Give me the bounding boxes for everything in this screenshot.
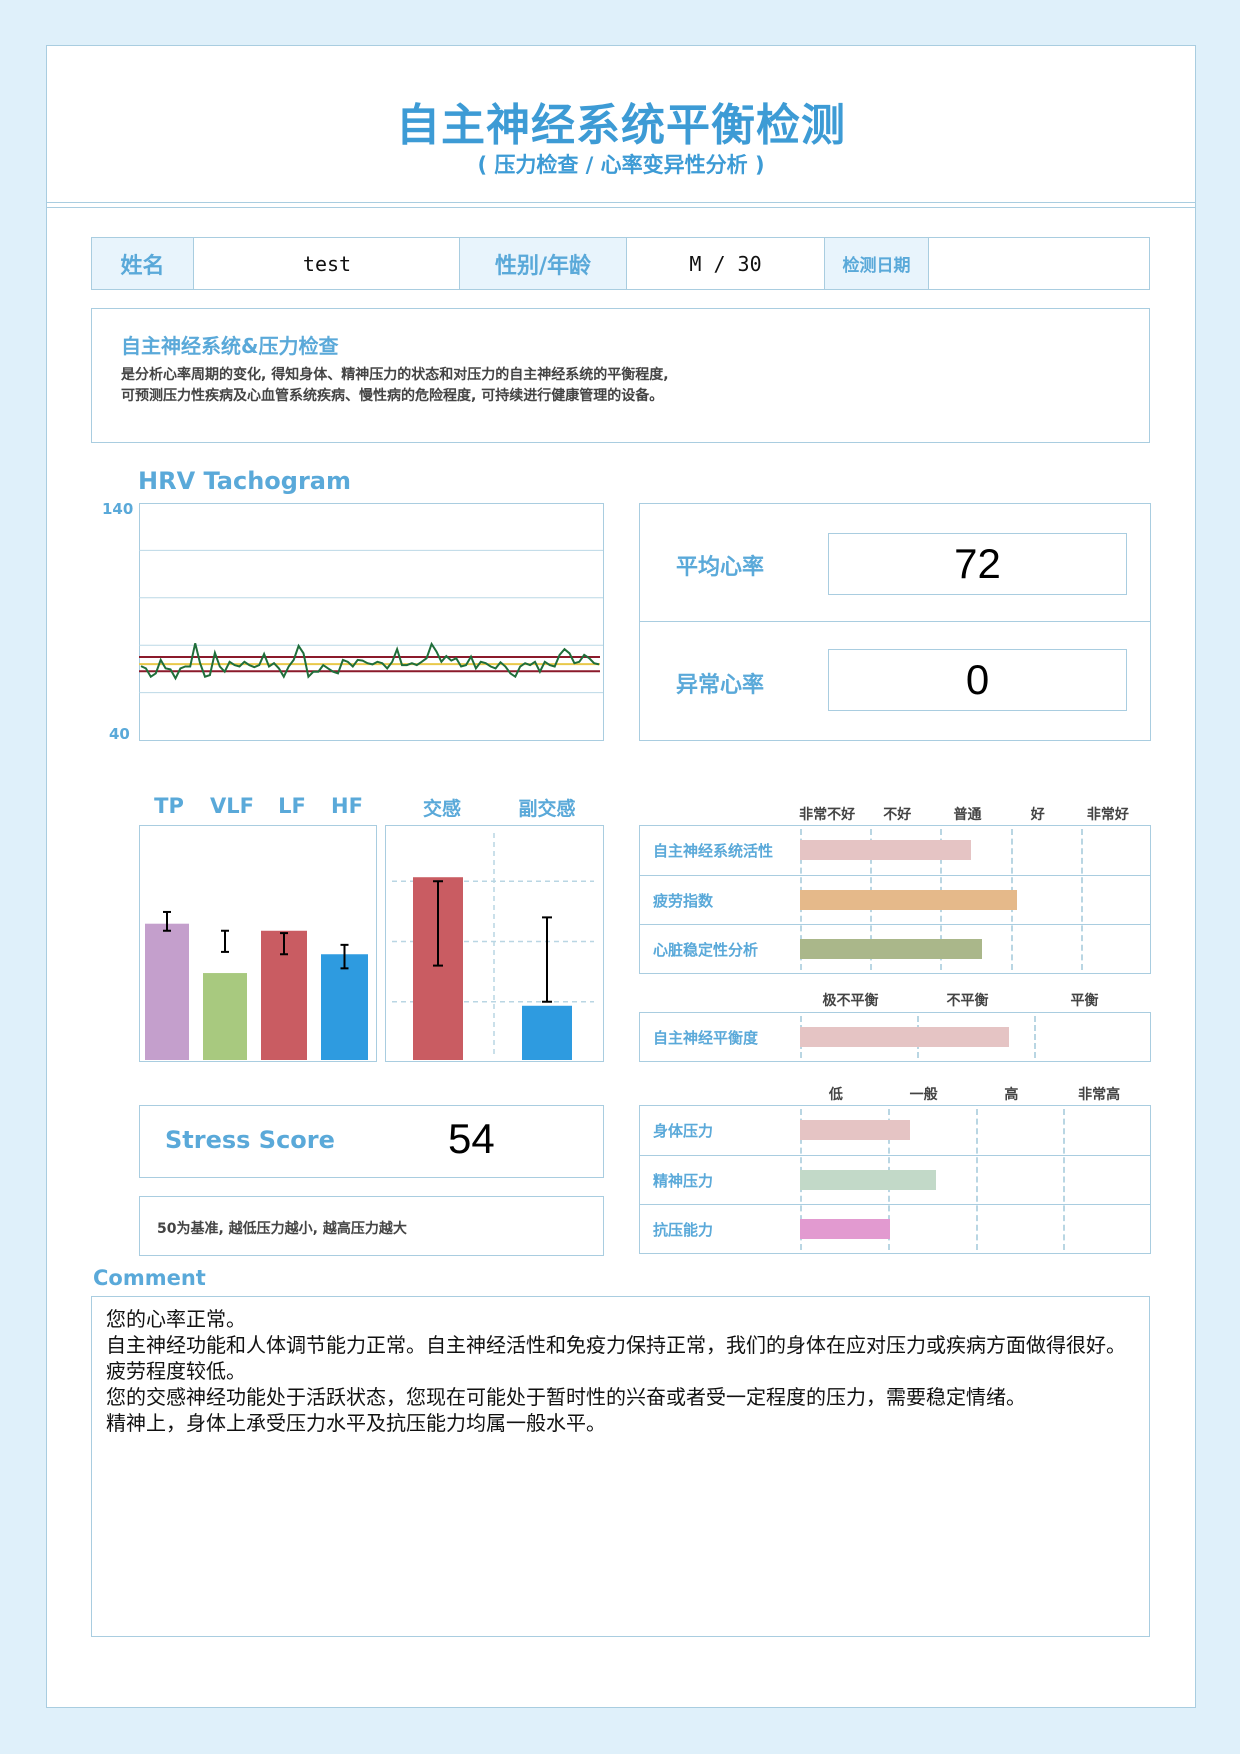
stress-indicator-row-divider (639, 1204, 1151, 1206)
spectrum-bar-tp (145, 923, 189, 1060)
description-text: 是分析心率周期的变化, 得知身体、精神压力的状态和对压力的自主神经系统的平衡程度… (121, 365, 669, 407)
tachogram-frame (139, 503, 604, 741)
balance-indicator-scale-label: 极不平衡 (822, 993, 879, 1009)
spectrum-label-hf: HF (331, 794, 363, 818)
stress-indicator-row-divider (639, 1154, 1151, 1156)
sympathetic-label: 交感 (422, 798, 462, 820)
description-line-1: 是分析心率周期的变化, 得知身体、精神压力的状态和对压力的自主神经系统的平衡程度… (121, 367, 669, 383)
stress-score-value: 54 (448, 1115, 495, 1162)
stress-indicator-scale-divider (975, 1109, 978, 1251)
comment-text: 您的心率正常。 自主神经功能和人体调节能力正常。自主神经活性和免疫力保持正常，我… (106, 1306, 1136, 1436)
stress-note: 50为基准, 越低压力越小, 越高压力越大 (157, 1221, 407, 1237)
spectrum-label-vlf: VLF (210, 794, 254, 818)
parasympathetic-label: 副交感 (518, 798, 576, 820)
comment-line: 您的交感神经功能处于活跃状态，您现在可能处于暂时性的兴奋或者受一定程度的压力，需… (106, 1385, 1026, 1409)
ans-indicator-row-divider (639, 924, 1151, 926)
ans-balance-chart (385, 825, 604, 1062)
comment-heading: Comment (93, 1266, 206, 1290)
ans-indicator-row-label: 自主神经系统活性 (653, 841, 774, 860)
spectrum-bar-vlf (203, 973, 247, 1060)
spectrum-label-tp: TP (154, 794, 184, 818)
comment-line: 精神上，身体上承受压力水平及抗压能力均属一般水平。 (106, 1411, 606, 1435)
ans-indicator-scale-label: 普通 (953, 807, 982, 823)
stress-indicator-scale-label: 低 (828, 1087, 843, 1103)
tachogram-chart (139, 503, 604, 741)
ans-indicator-bar (800, 839, 971, 860)
ans-indicator-bar (800, 889, 1017, 910)
sex-age-label: 性别/年龄 (459, 237, 627, 290)
tachogram-title: HRV Tachogram (138, 467, 351, 495)
date-value (928, 237, 1150, 290)
spectrum-chart (139, 825, 377, 1062)
stress-indicator-bar (800, 1169, 936, 1190)
balance-indicator-bar (800, 1027, 1009, 1047)
stress-indicator-row-label: 抗压能力 (653, 1221, 714, 1240)
comment-line: 自主神经功能和人体调节能力正常。自主神经活性和免疫力保持正常，我们的身体在应对压… (106, 1333, 1126, 1357)
tachogram-y-min-label: 40 (109, 725, 130, 743)
abnormal-heart-rate-label: 异常心率 (676, 673, 765, 698)
stress-indicator-bar (800, 1119, 910, 1140)
ans-indicator-scale-label: 好 (1030, 807, 1045, 823)
balance-indicator-scale-divider (1034, 1016, 1036, 1058)
stress-indicator-scale-label: 非常高 (1078, 1087, 1121, 1103)
report-subtitle: ( 压力检查 / 心率变异性分析 ) (477, 153, 765, 177)
header-divider-top (46, 202, 1196, 203)
stress-indicator-scale-divider (1063, 1109, 1066, 1251)
ans-indicator-scale-label: 非常不好 (799, 807, 856, 823)
name-label: 姓名 (91, 237, 194, 290)
balance-indicator-row-label: 自主神经平衡度 (653, 1029, 759, 1047)
ans-indicator-scale-divider (1080, 829, 1083, 971)
stress-indicator-row-label: 精神压力 (653, 1171, 714, 1190)
ans-indicator-row-divider (639, 874, 1151, 876)
abnormal-heart-rate-value: 0 (828, 649, 1127, 711)
spectrum-bar-hf (321, 954, 368, 1060)
date-label: 检测日期 (824, 237, 929, 290)
name-value: test (193, 237, 461, 290)
description-line-2: 可预测压力性疾病及心血管系统疾病、慢性病的危险程度, 可持续进行健康管理的设备。 (121, 388, 664, 404)
ans-indicator-scale-label: 非常好 (1086, 807, 1129, 823)
header-divider-bottom (46, 207, 1196, 208)
description-title: 自主神经系统&压力检查 (121, 334, 339, 358)
heart-rate-divider (639, 621, 1151, 622)
stress-score-label: Stress Score (165, 1126, 335, 1154)
stress-indicator-scale-label: 一般 (909, 1087, 938, 1103)
ans-indicator-bar (800, 939, 982, 960)
avg-heart-rate-value: 72 (828, 533, 1127, 595)
tachogram-y-max-label: 140 (102, 500, 134, 518)
balance-indicator-scale-label: 平衡 (1070, 993, 1099, 1009)
ans-indicator-row-label: 疲劳指数 (653, 891, 714, 910)
stress-indicator-bar (800, 1219, 890, 1240)
parasympathetic-bar (522, 1005, 572, 1060)
report-title: 自主神经系统平衡检测 (396, 100, 846, 151)
ans-indicator-row-label: 心脏稳定性分析 (653, 941, 759, 960)
stress-indicator-scale-label: 高 (1004, 1087, 1019, 1103)
comment-line: 疲劳程度较低。 (106, 1359, 246, 1383)
avg-heart-rate-label: 平均心率 (676, 555, 765, 580)
stress-indicator-row-label: 身体压力 (653, 1121, 714, 1140)
sex-age-value: M / 30 (626, 237, 825, 290)
spectrum-label-lf: LF (278, 794, 306, 818)
ans-indicator-scale-label: 不好 (883, 807, 912, 823)
comment-line: 您的心率正常。 (106, 1307, 246, 1331)
balance-indicator-scale-label: 不平衡 (946, 993, 989, 1009)
